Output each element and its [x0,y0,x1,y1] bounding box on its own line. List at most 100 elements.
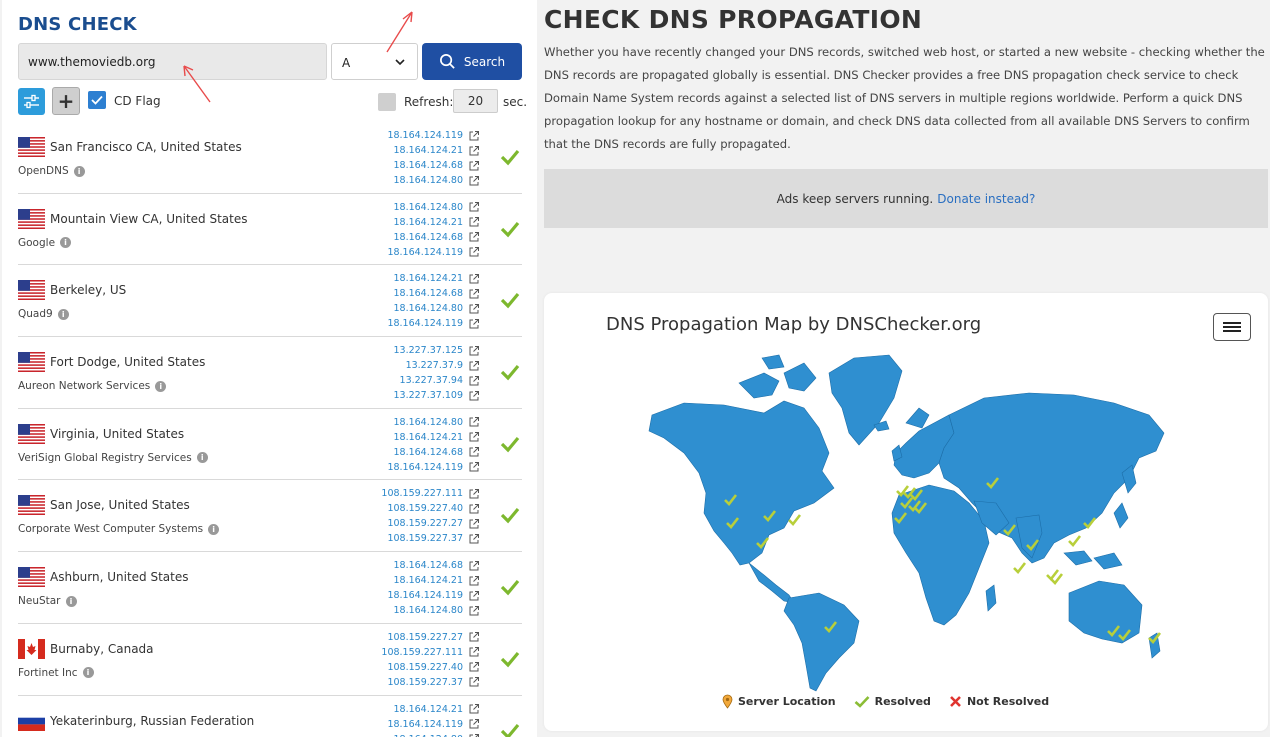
refresh-interval-input[interactable]: 20 [453,89,498,113]
ip-address[interactable]: 18.164.124.68 [393,560,463,571]
ip-address[interactable]: 13.227.37.109 [393,390,463,401]
external-link-icon[interactable] [468,246,480,258]
external-link-icon[interactable] [468,533,480,545]
external-link-icon[interactable] [468,145,480,157]
external-link-icon[interactable] [468,216,480,228]
map-title: DNS Propagation Map by DNSChecker.org [606,314,982,335]
donate-link[interactable]: Donate instead? [937,192,1035,206]
info-icon[interactable]: i [57,308,69,320]
ip-address[interactable]: 18.164.124.21 [393,217,463,228]
info-icon[interactable]: i [65,595,77,607]
ip-address[interactable]: 18.164.124.119 [387,719,463,730]
external-link-icon[interactable] [468,375,480,387]
domain-input[interactable] [18,43,327,80]
external-link-icon[interactable] [468,703,480,715]
intro-text: Whether you have recently changed your D… [544,45,1265,151]
ip-address[interactable]: 18.164.124.21 [393,432,463,443]
external-link-icon[interactable] [468,733,480,737]
external-link-icon[interactable] [468,130,480,142]
external-link-icon[interactable] [468,318,480,330]
external-link-icon[interactable] [468,201,480,213]
result-row: Ashburn, United States NeuStar i 18.164.124… [18,552,522,624]
external-link-icon[interactable] [468,646,480,658]
ip-address[interactable]: 18.164.124.68 [393,447,463,458]
external-link-icon[interactable] [468,360,480,372]
ip-address[interactable]: 18.164.124.119 [387,462,463,473]
external-link-icon[interactable] [468,273,480,285]
external-link-icon[interactable] [468,175,480,187]
ip-address[interactable]: 18.164.124.21 [393,704,463,715]
info-icon[interactable]: i [60,237,72,249]
external-link-icon[interactable] [468,288,480,300]
ip-address[interactable]: 18.164.124.21 [393,273,463,284]
result-row: Fort Dodge, United States Aureon Network … [18,337,522,409]
external-link-icon[interactable] [468,661,480,673]
ip-address[interactable]: 18.164.124.80 [393,303,463,314]
info-icon[interactable]: i [73,165,85,177]
info-icon[interactable]: i [155,380,167,392]
ip-address[interactable]: 18.164.124.68 [393,288,463,299]
ip-address[interactable]: 108.159.227.40 [387,662,463,673]
resolved-marker[interactable] [1068,535,1082,547]
ip-entry: 18.164.124.68 [370,230,480,245]
ip-address[interactable]: 13.227.37.125 [393,345,463,356]
info-icon[interactable]: i [82,667,94,679]
ip-address[interactable]: 18.164.124.119 [387,130,463,141]
ip-address[interactable]: 108.159.227.27 [387,632,463,643]
external-link-icon[interactable] [468,605,480,617]
ip-address[interactable]: 108.159.227.111 [381,647,463,658]
ip-address[interactable]: 18.164.124.80 [393,734,463,737]
external-link-icon[interactable] [468,231,480,243]
external-link-icon[interactable] [468,560,480,572]
server-location: Mountain View CA, United States [50,211,248,226]
ip-address[interactable]: 18.164.124.119 [387,590,463,601]
external-link-icon[interactable] [468,461,480,473]
add-server-button[interactable]: + [52,87,80,115]
ip-address[interactable]: 108.159.227.40 [387,503,463,514]
ip-address[interactable]: 18.164.124.119 [387,247,463,258]
external-link-icon[interactable] [468,518,480,530]
external-link-icon[interactable] [468,718,480,730]
external-link-icon[interactable] [468,446,480,458]
resolved-marker[interactable] [1046,569,1060,581]
ip-entry: 18.164.124.80 [370,603,480,618]
external-link-icon[interactable] [468,590,480,602]
ip-address[interactable]: 18.164.124.80 [393,202,463,213]
ip-address[interactable]: 18.164.124.80 [393,417,463,428]
ip-entry: 13.227.37.9 [370,358,480,373]
external-link-icon[interactable] [468,575,480,587]
ip-address[interactable]: 108.159.227.37 [387,677,463,688]
external-link-icon[interactable] [468,160,480,172]
external-link-icon[interactable] [468,303,480,315]
external-link-icon[interactable] [468,488,480,500]
resolved-marker[interactable] [1013,562,1027,574]
record-type-select[interactable]: A [331,43,418,80]
external-link-icon[interactable] [468,390,480,402]
world-map[interactable] [644,353,1169,693]
ip-address[interactable]: 13.227.37.94 [400,375,463,386]
external-link-icon[interactable] [468,631,480,643]
ip-address[interactable]: 18.164.124.68 [393,160,463,171]
ip-address[interactable]: 13.227.37.9 [406,360,463,371]
ip-address[interactable]: 18.164.124.21 [393,575,463,586]
info-icon[interactable]: i [208,523,220,535]
external-link-icon[interactable] [468,676,480,688]
ip-address[interactable]: 18.164.124.80 [393,605,463,616]
ip-address[interactable]: 18.164.124.119 [387,318,463,329]
external-link-icon[interactable] [468,503,480,515]
ip-address[interactable]: 18.164.124.21 [393,145,463,156]
external-link-icon[interactable] [468,431,480,443]
info-icon[interactable]: i [196,452,208,464]
external-link-icon[interactable] [468,345,480,357]
ip-address[interactable]: 18.164.124.80 [393,175,463,186]
external-link-icon[interactable] [468,416,480,428]
map-menu-button[interactable] [1213,313,1251,341]
ip-address[interactable]: 108.159.227.37 [387,533,463,544]
cd-flag-checkbox[interactable] [88,91,106,109]
refresh-checkbox[interactable] [378,93,396,111]
ip-address[interactable]: 108.159.227.27 [387,518,463,529]
ip-address[interactable]: 18.164.124.68 [393,232,463,243]
search-button[interactable]: Search [422,43,522,80]
ip-address[interactable]: 108.159.227.111 [381,488,463,499]
filter-settings-button[interactable] [18,88,45,115]
